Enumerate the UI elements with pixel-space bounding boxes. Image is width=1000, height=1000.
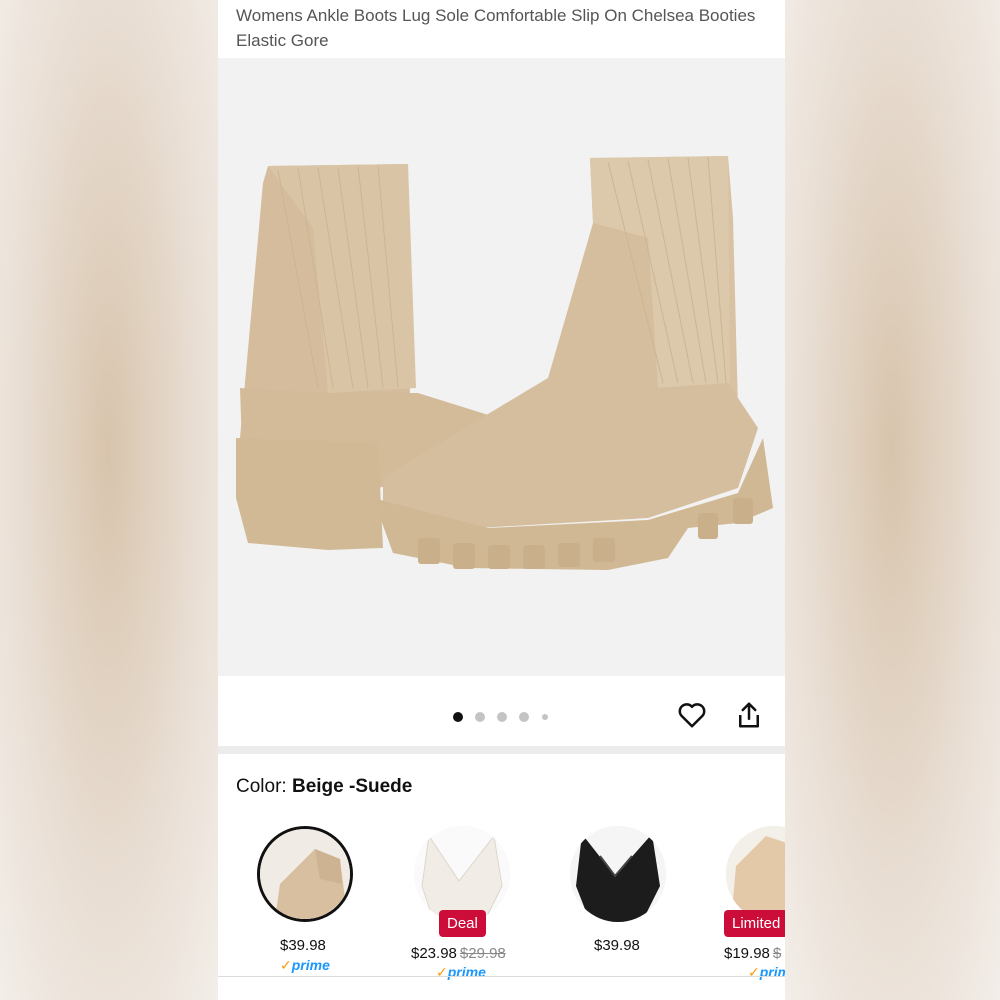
sole-lug [733,498,753,524]
gallery-dot[interactable] [542,714,548,720]
blurred-background-right [785,0,1000,1000]
color-label-prefix: Color: [236,776,287,797]
sole-lug [418,538,440,564]
share-button[interactable] [734,700,768,734]
bottom-divider [218,976,785,977]
gallery-dot[interactable] [497,712,507,722]
prime-check-icon: ✓ [748,964,760,980]
prime-badge: ✓prime [748,964,785,980]
was-price: $ [772,945,782,962]
color-swatch-black[interactable] [570,826,666,922]
was-price: $29.98 [459,945,506,962]
product-page: Womens Ankle Boots Lug Sole Comfortable … [218,0,785,1000]
gallery-dot[interactable] [453,712,463,722]
sole-lug [523,545,545,569]
gallery-dot[interactable] [519,712,529,722]
deal-badge: Deal [439,910,486,937]
prime-badge: ✓prime [280,957,330,973]
sole-lug [698,513,718,539]
variant-price: $39.98 [280,937,326,954]
heart-icon [678,703,706,728]
product-photo [236,156,773,570]
color-swatch-tan[interactable] [726,826,785,922]
sole-lug [558,543,580,567]
left-boot-sole [236,438,383,550]
variant-price: $39.98 [594,937,640,954]
product-image-gallery[interactable] [218,58,785,676]
favorite-button[interactable] [677,700,711,734]
gallery-dot[interactable] [475,712,485,722]
color-selection-label: Color: Beige -Suede [236,776,412,798]
prime-check-icon: ✓ [436,964,448,980]
prime-check-icon: ✓ [280,957,292,973]
variant-price: $23.98 $29.98 [411,945,506,962]
color-swatch-beige-suede[interactable] [257,826,353,922]
sole-lug [453,543,475,569]
variant-price: $19.98 $ [724,945,782,962]
sole-lug [488,545,510,569]
selected-color-value: Beige -Suede [291,776,413,797]
product-title: Womens Ankle Boots Lug Sole Comfortable … [236,6,756,50]
gallery-controls [218,676,785,746]
sole-lug [593,538,615,562]
section-divider [218,746,785,754]
blurred-background-left [0,0,218,1000]
limited-deal-badge: Limited [724,910,785,937]
share-icon [739,702,759,728]
prime-badge: ✓prime [436,964,486,980]
color-swatch-white[interactable] [414,826,510,922]
